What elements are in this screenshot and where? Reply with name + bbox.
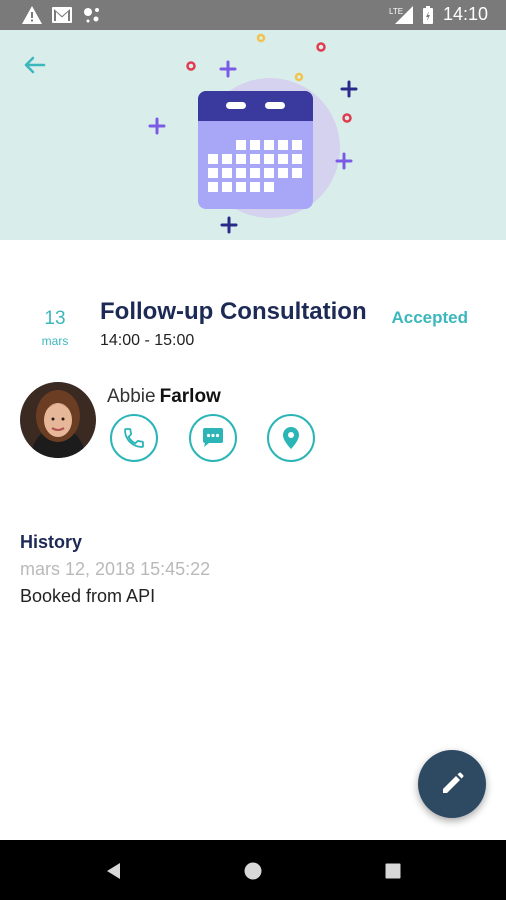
battery-icon <box>422 5 433 24</box>
warning-icon <box>22 6 42 24</box>
edit-button[interactable] <box>418 750 486 818</box>
appointment-date: 13 mars <box>20 308 90 348</box>
signal-icon: LTE <box>389 5 413 24</box>
contact-first-name: Abbie <box>107 386 156 407</box>
message-button[interactable] <box>189 414 237 462</box>
status-bar: LTE 14:10 <box>0 0 506 30</box>
navigation-bar <box>0 840 506 900</box>
call-button[interactable] <box>110 414 158 462</box>
chat-icon <box>203 428 223 447</box>
location-button[interactable] <box>267 414 315 462</box>
status-time: 14:10 <box>442 4 488 24</box>
location-icon <box>283 427 299 449</box>
date-day: 13 <box>44 308 66 329</box>
calendar-icon <box>148 33 358 234</box>
contact-last-name: Farlow <box>159 386 221 407</box>
contact-name: Abbie Farlow <box>107 386 221 408</box>
history-entry: Booked from API <box>20 586 156 606</box>
home-circle-icon[interactable] <box>242 860 264 882</box>
status-badge: Accepted <box>391 308 468 327</box>
appointment-time: 14:00 - 15:00 <box>100 332 195 349</box>
back-triangle-icon[interactable] <box>103 860 125 882</box>
appointment-title: Follow-up Consultation <box>100 298 367 325</box>
date-month: mars <box>41 334 69 348</box>
pencil-icon <box>443 772 464 793</box>
header-banner <box>0 30 506 240</box>
avatar <box>20 382 96 458</box>
history-date: mars 12, 2018 15:45:22 <box>20 559 211 579</box>
history-heading: History <box>20 532 83 552</box>
phone-icon <box>124 428 144 448</box>
assistant-icon <box>84 8 99 23</box>
svg-text:LTE: LTE <box>389 7 403 16</box>
recents-square-icon[interactable] <box>382 860 404 882</box>
gmail-icon <box>52 7 72 23</box>
